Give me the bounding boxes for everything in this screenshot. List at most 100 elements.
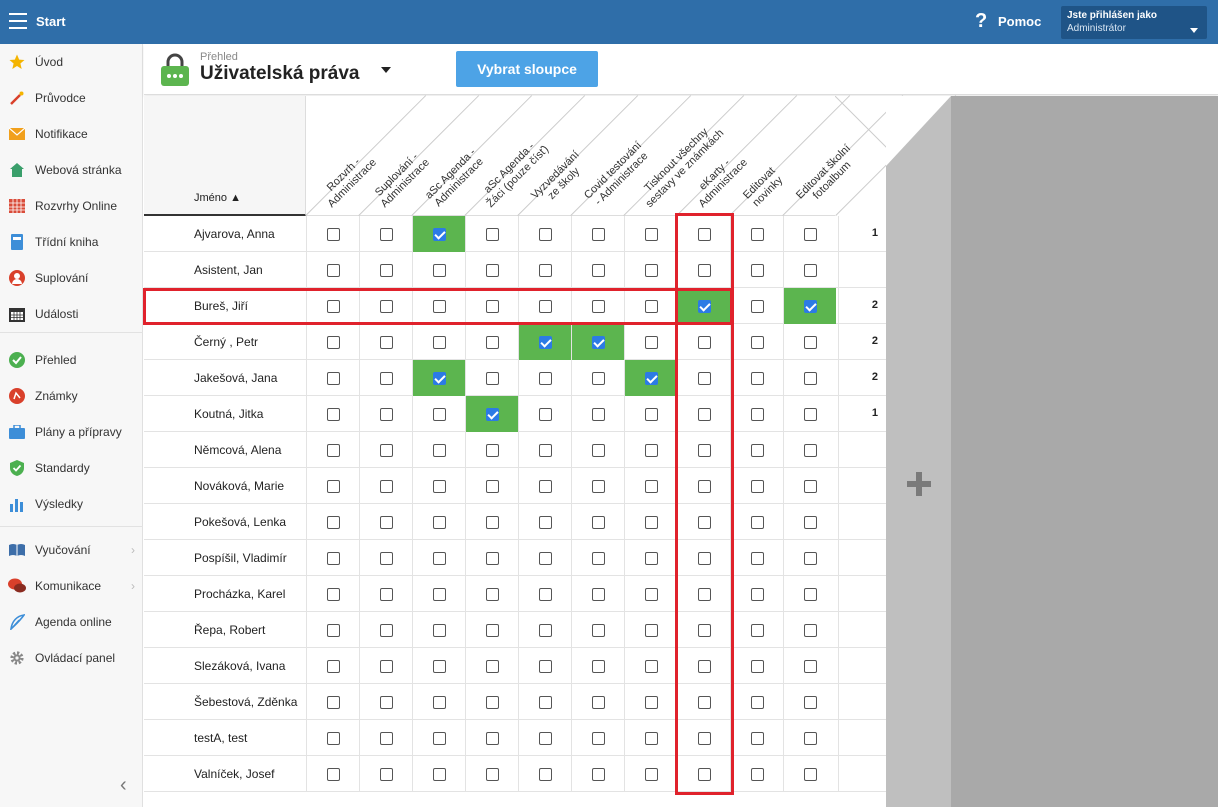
- sidebar-item-události[interactable]: Události: [0, 296, 143, 332]
- permission-checkbox[interactable]: [591, 335, 605, 349]
- breadcrumb[interactable]: Přehled: [200, 51, 238, 63]
- permission-checkbox[interactable]: [803, 515, 817, 529]
- permission-checkbox[interactable]: [538, 263, 552, 277]
- help-icon[interactable]: ?: [975, 10, 987, 33]
- user-name[interactable]: Němcová, Alena: [194, 443, 281, 457]
- permission-checkbox[interactable]: [750, 263, 764, 277]
- permission-checkbox[interactable]: [432, 443, 446, 457]
- permission-checkbox[interactable]: [379, 407, 393, 421]
- help-link[interactable]: Pomoc: [998, 14, 1041, 29]
- permission-checkbox[interactable]: [591, 623, 605, 637]
- permission-checkbox[interactable]: [326, 515, 340, 529]
- permission-checkbox[interactable]: [538, 371, 552, 385]
- permission-checkbox[interactable]: [803, 407, 817, 421]
- permission-checkbox[interactable]: [379, 551, 393, 565]
- permission-checkbox[interactable]: [697, 263, 711, 277]
- permission-checkbox[interactable]: [644, 479, 658, 493]
- permission-checkbox[interactable]: [697, 227, 711, 241]
- permission-checkbox[interactable]: [644, 335, 658, 349]
- title-dropdown-icon[interactable]: [381, 67, 391, 73]
- permission-checkbox[interactable]: [750, 623, 764, 637]
- permission-checkbox[interactable]: [538, 659, 552, 673]
- permission-checkbox[interactable]: [803, 263, 817, 277]
- user-name[interactable]: Pokešová, Lenka: [194, 515, 286, 529]
- user-name[interactable]: Řepa, Robert: [194, 623, 265, 637]
- start-link[interactable]: Start: [36, 14, 66, 29]
- sidebar-item-webová-stránka[interactable]: Webová stránka: [0, 152, 143, 188]
- permission-checkbox[interactable]: [326, 767, 340, 781]
- permission-checkbox[interactable]: [644, 731, 658, 745]
- permission-checkbox[interactable]: [644, 695, 658, 709]
- permission-checkbox[interactable]: [750, 335, 764, 349]
- permission-checkbox[interactable]: [644, 623, 658, 637]
- permission-checkbox[interactable]: [538, 767, 552, 781]
- permission-checkbox[interactable]: [485, 623, 499, 637]
- permission-checkbox[interactable]: [803, 371, 817, 385]
- permission-checkbox[interactable]: [750, 515, 764, 529]
- permission-checkbox[interactable]: [591, 515, 605, 529]
- user-name[interactable]: Nováková, Marie: [194, 479, 284, 493]
- user-name[interactable]: Černý , Petr: [194, 335, 258, 349]
- permission-checkbox[interactable]: [485, 731, 499, 745]
- permission-checkbox[interactable]: [697, 335, 711, 349]
- permission-checkbox[interactable]: [538, 731, 552, 745]
- permission-checkbox[interactable]: [379, 263, 393, 277]
- permission-checkbox[interactable]: [591, 587, 605, 601]
- permission-checkbox[interactable]: [591, 227, 605, 241]
- permission-checkbox[interactable]: [485, 695, 499, 709]
- sidebar-item-notifikace[interactable]: Notifikace: [0, 116, 143, 152]
- permission-checkbox[interactable]: [697, 443, 711, 457]
- permission-checkbox[interactable]: [326, 443, 340, 457]
- permission-checkbox[interactable]: [485, 659, 499, 673]
- choose-columns-button[interactable]: Vybrat sloupce: [456, 51, 598, 87]
- permission-checkbox[interactable]: [750, 695, 764, 709]
- collapse-sidebar-icon[interactable]: ‹: [120, 774, 127, 797]
- permission-checkbox[interactable]: [432, 371, 446, 385]
- permission-checkbox[interactable]: [432, 623, 446, 637]
- permission-checkbox[interactable]: [326, 299, 340, 313]
- permission-checkbox[interactable]: [432, 659, 446, 673]
- permission-checkbox[interactable]: [485, 767, 499, 781]
- permission-checkbox[interactable]: [644, 227, 658, 241]
- permission-checkbox[interactable]: [485, 227, 499, 241]
- permission-checkbox[interactable]: [432, 767, 446, 781]
- permission-checkbox[interactable]: [432, 407, 446, 421]
- permission-checkbox[interactable]: [750, 299, 764, 313]
- permission-checkbox[interactable]: [750, 371, 764, 385]
- permission-checkbox[interactable]: [326, 587, 340, 601]
- add-column-plus-icon[interactable]: [905, 470, 933, 498]
- permission-checkbox[interactable]: [803, 551, 817, 565]
- user-name[interactable]: Pospíšil, Vladimír: [194, 551, 287, 565]
- permission-checkbox[interactable]: [644, 299, 658, 313]
- permission-checkbox[interactable]: [591, 731, 605, 745]
- permission-checkbox[interactable]: [697, 515, 711, 529]
- permission-checkbox[interactable]: [750, 587, 764, 601]
- permission-checkbox[interactable]: [538, 515, 552, 529]
- permission-checkbox[interactable]: [379, 659, 393, 673]
- permission-checkbox[interactable]: [750, 443, 764, 457]
- permission-checkbox[interactable]: [326, 335, 340, 349]
- permission-checkbox[interactable]: [803, 587, 817, 601]
- permission-checkbox[interactable]: [379, 623, 393, 637]
- permission-checkbox[interactable]: [326, 407, 340, 421]
- sidebar-item-výsledky[interactable]: Výsledky: [0, 486, 143, 522]
- permission-checkbox[interactable]: [538, 587, 552, 601]
- permission-checkbox[interactable]: [538, 695, 552, 709]
- user-name[interactable]: Asistent, Jan: [194, 263, 263, 277]
- permission-checkbox[interactable]: [432, 587, 446, 601]
- permission-checkbox[interactable]: [432, 299, 446, 313]
- user-name[interactable]: Ajvarova, Anna: [194, 227, 275, 241]
- permission-checkbox[interactable]: [750, 659, 764, 673]
- permission-checkbox[interactable]: [326, 659, 340, 673]
- permission-checkbox[interactable]: [697, 731, 711, 745]
- permission-checkbox[interactable]: [750, 767, 764, 781]
- user-name[interactable]: Šebestová, Zděnka: [194, 695, 297, 709]
- permission-checkbox[interactable]: [750, 479, 764, 493]
- permission-checkbox[interactable]: [485, 371, 499, 385]
- permission-checkbox[interactable]: [697, 587, 711, 601]
- user-name[interactable]: Slezáková, Ivana: [194, 659, 285, 673]
- user-name[interactable]: Procházka, Karel: [194, 587, 285, 601]
- permission-checkbox[interactable]: [803, 299, 817, 313]
- sidebar-item-průvodce[interactable]: Průvodce: [0, 80, 143, 116]
- permission-checkbox[interactable]: [485, 479, 499, 493]
